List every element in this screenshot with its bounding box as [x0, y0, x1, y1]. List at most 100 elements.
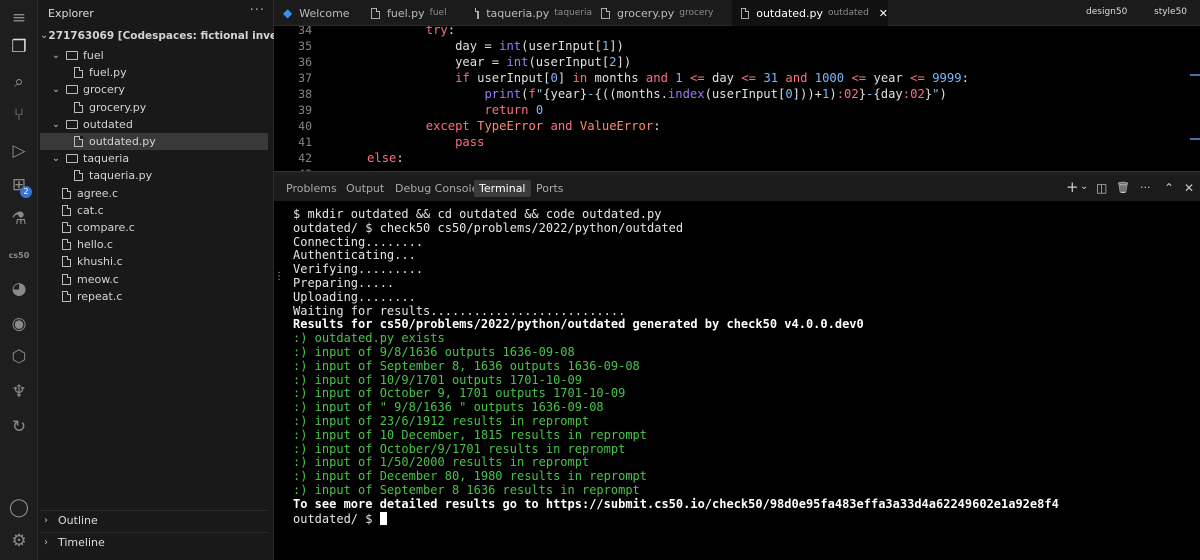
file-item[interactable]: taqueria.py [40, 167, 268, 184]
file-icon [371, 7, 380, 19]
tab-output[interactable]: Output [341, 180, 389, 197]
extensions-badge: 2 [20, 186, 32, 198]
search-icon[interactable]: ⌕ [0, 67, 38, 97]
file-item[interactable]: hello.c [40, 236, 268, 253]
file-item[interactable]: khushi.c [40, 253, 268, 270]
timeline-section[interactable]: › Timeline [40, 532, 268, 552]
tab-welcome[interactable]: ◆ Welcome [274, 0, 362, 26]
tab-terminal[interactable]: Terminal [474, 180, 531, 197]
tree-item-label: cat.c [77, 203, 104, 217]
file-icon [74, 67, 83, 79]
prompt-text: outdated/ $ [293, 511, 380, 526]
scrollbar-marker [1190, 74, 1200, 76]
file-item[interactable]: cat.c [40, 202, 268, 219]
file-item[interactable]: grocery.py [40, 99, 268, 116]
line-number: 38 [298, 87, 312, 101]
source-control-icon[interactable]: ⑂ [0, 100, 38, 130]
tab-problems[interactable]: Problems [281, 180, 342, 197]
file-icon [62, 273, 71, 285]
vscode-logo-icon: ◆ [283, 6, 293, 20]
code-editor[interactable]: 34353637383940414243 try: day = int(user… [274, 26, 1200, 171]
sash-handle[interactable]: ⋮ [274, 271, 284, 287]
cs50-icon[interactable]: cs50 [0, 240, 38, 270]
terminal-line: To see more detailed results go to https… [293, 496, 1059, 511]
close-panel-icon[interactable]: ✕ [1184, 181, 1194, 195]
file-item[interactable]: fuel.py [40, 64, 268, 81]
tab-fuel-py[interactable]: fuel.py fuel [362, 0, 468, 26]
tree-item-label: grocery [83, 83, 125, 97]
file-icon [74, 101, 83, 113]
code-line: print(f"{year}-{((months.index(userInput… [484, 87, 947, 101]
trash-icon[interactable]: 🗑 [1116, 181, 1130, 194]
folder-open-icon [66, 51, 78, 60]
file-icon [74, 136, 83, 147]
file-item[interactable]: outdated.py [40, 133, 268, 150]
settings-gear-icon[interactable]: ⚙ [0, 526, 38, 556]
file-icon [601, 7, 610, 19]
outline-section[interactable]: › Outline [40, 510, 268, 530]
terminal[interactable]: ⋮ $ mkdir outdated && cd outdated && cod… [274, 201, 1200, 560]
python-icon[interactable]: ♆ [0, 377, 38, 407]
tab-taqueria-py[interactable]: taqueria.py taqueria [468, 0, 592, 26]
tab-grocery-py[interactable]: grocery.py grocery [592, 0, 732, 26]
chevron-down-icon: ⌄ [51, 50, 61, 61]
folder-item[interactable]: ⌄ taqueria [40, 150, 268, 167]
tab-ports[interactable]: Ports [531, 180, 569, 197]
menu-icon[interactable]: ≡ [0, 3, 38, 33]
live-share-icon[interactable]: ↻ [0, 412, 38, 442]
github-icon[interactable]: ◉ [0, 309, 38, 339]
tab-debug-console[interactable]: Debug Console [390, 180, 483, 197]
tree-item-label: outdated.py [89, 135, 156, 148]
explorer-more-icon[interactable]: ··· [250, 3, 265, 18]
file-item[interactable]: repeat.c [40, 288, 268, 305]
tab-outdated-py[interactable]: outdated.py outdated ✕ [732, 0, 888, 26]
tab-label: fuel.py [387, 6, 425, 20]
style50-button[interactable]: style50 [1154, 7, 1187, 17]
file-icon [62, 204, 71, 216]
file-item[interactable]: agree.c [40, 185, 268, 202]
line-number: 41 [298, 135, 312, 149]
run-debug-icon[interactable]: ▷ [0, 136, 38, 166]
folder-item[interactable]: ⌄ fuel [40, 47, 268, 64]
close-icon[interactable]: ✕ [879, 7, 888, 20]
duck-icon[interactable]: ◕ [0, 274, 38, 304]
new-terminal-icon[interactable]: + [1066, 178, 1079, 196]
terminal-cursor [379, 511, 387, 525]
tree-item-label: repeat.c [77, 289, 123, 303]
design50-button[interactable]: design50 [1086, 7, 1127, 17]
file-item[interactable]: compare.c [40, 219, 268, 236]
line-number: 42 [298, 151, 312, 165]
chevron-down-icon[interactable]: ⌄ [1080, 181, 1088, 192]
line-number: 34 [298, 26, 312, 37]
tree-item-label: compare.c [77, 221, 135, 234]
terminal-line: $ mkdir outdated && cd outdated && code … [293, 207, 662, 221]
more-actions-icon[interactable]: ··· [1140, 181, 1151, 194]
code-line: pass [455, 135, 485, 149]
activity-bar: ≡ ❐ ⌕ ⑂ ▷ ⊞ 2 ⚗ cs50 ◕ ◉ ⬡ ♆ ↻ ◯ ⚙ [0, 0, 38, 560]
extensions-icon[interactable]: ⊞ 2 [0, 170, 38, 200]
account-icon[interactable]: ◯ [0, 492, 38, 522]
remote-explorer-icon[interactable]: ⬡ [0, 342, 38, 372]
explorer-icon[interactable]: ❐ [0, 32, 38, 62]
tab-label: grocery.py [617, 6, 675, 20]
file-item[interactable]: meow.c [40, 271, 268, 288]
folder-item[interactable]: ⌄ outdated [40, 116, 268, 133]
workspace-root[interactable]: ⌄ 271763069 [Codespaces: fictional inven… [40, 27, 313, 44]
chevron-down-icon: ⌄ [51, 153, 61, 165]
chevron-down-icon: ⌄ [40, 30, 49, 41]
tree-item-label: taqueria.py [89, 169, 153, 183]
maximize-panel-icon[interactable]: ⌃ [1164, 181, 1174, 195]
file-icon [62, 222, 71, 233]
split-terminal-icon[interactable]: ◫ [1096, 181, 1107, 195]
tab-description: outdated [828, 8, 869, 18]
testing-icon[interactable]: ⚗ [0, 204, 38, 234]
code-line: else: [367, 151, 404, 165]
folder-item[interactable]: ⌄ grocery [40, 81, 268, 98]
tab-description: taqueria [554, 8, 592, 18]
tab-description: fuel [429, 8, 447, 18]
file-icon [74, 170, 83, 182]
tree-item-label: agree.c [77, 186, 119, 200]
code-line: try: [425, 26, 456, 37]
tree-item-label: fuel.py [89, 66, 127, 80]
terminal-prompt[interactable]: outdated/ $ [293, 511, 387, 526]
